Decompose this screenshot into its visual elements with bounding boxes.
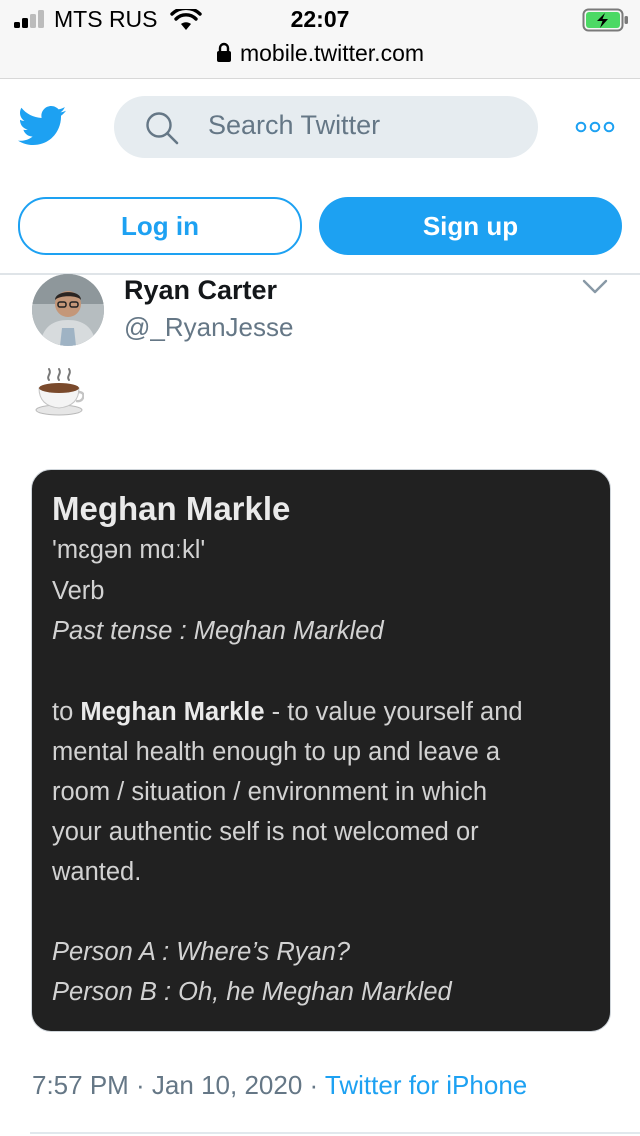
tweet-source-link[interactable]: Twitter for iPhone [325,1070,527,1100]
card-title: Meghan Markle [52,490,291,527]
twitter-bird-icon[interactable] [18,106,66,146]
author-name[interactable]: Ryan Carter [124,275,277,306]
address-bar[interactable]: mobile.twitter.com [0,40,640,67]
tweet-timestamp: 7:57 PM · Jan 10, 2020 · Twitter for iPh… [32,1070,527,1101]
lock-icon [216,42,231,62]
card-past-tense: Past tense : Meghan Markled [52,617,384,645]
card-example-a: Person A : Where’s Ryan? [52,938,351,966]
card-definition-line-1: to Meghan Markle - to value yourself and [52,698,523,727]
url-text: mobile.twitter.com [239,40,425,66]
author-handle[interactable]: @_RyanJesse [124,312,293,343]
signup-button[interactable]: Sign up [319,197,622,255]
card-definition-line-5: wanted. [52,858,142,886]
more-dots-icon[interactable] [575,120,615,134]
chevron-down-icon[interactable] [582,279,608,295]
card-definition-line-3: room / situation / environment in which [52,778,488,806]
login-button[interactable]: Log in [18,197,302,255]
card-definition-line-4: your authentic self is not welcomed or [52,818,479,846]
avatar-photo [32,274,104,346]
search-icon [146,112,179,145]
bottom-divider [30,1132,640,1134]
header-divider [0,273,640,275]
search-placeholder: Search Twitter [208,110,381,140]
definition-term: Meghan Markle [80,698,265,726]
timestamp-text[interactable]: 7:57 PM · Jan 10, 2020 · [32,1070,325,1100]
card-part-of-speech: Verb [52,577,105,605]
card-definition-line-2: mental health enough to up and leave a [52,738,501,766]
hot-beverage-icon [35,368,84,416]
card-example-b: Person B : Oh, he Meghan Markled [52,978,452,1006]
avatar[interactable] [32,274,104,346]
definition-line-1-rest: - to value yourself and [264,698,523,726]
clock: 22:07 [290,6,350,32]
card-pronunciation: 'mɛgən mɑːkl' [52,536,206,564]
definition-prefix: to [52,698,81,726]
status-bar: MTS RUS 22:07 mobile.twitter.com [0,0,640,79]
battery-charging-icon [582,8,628,32]
